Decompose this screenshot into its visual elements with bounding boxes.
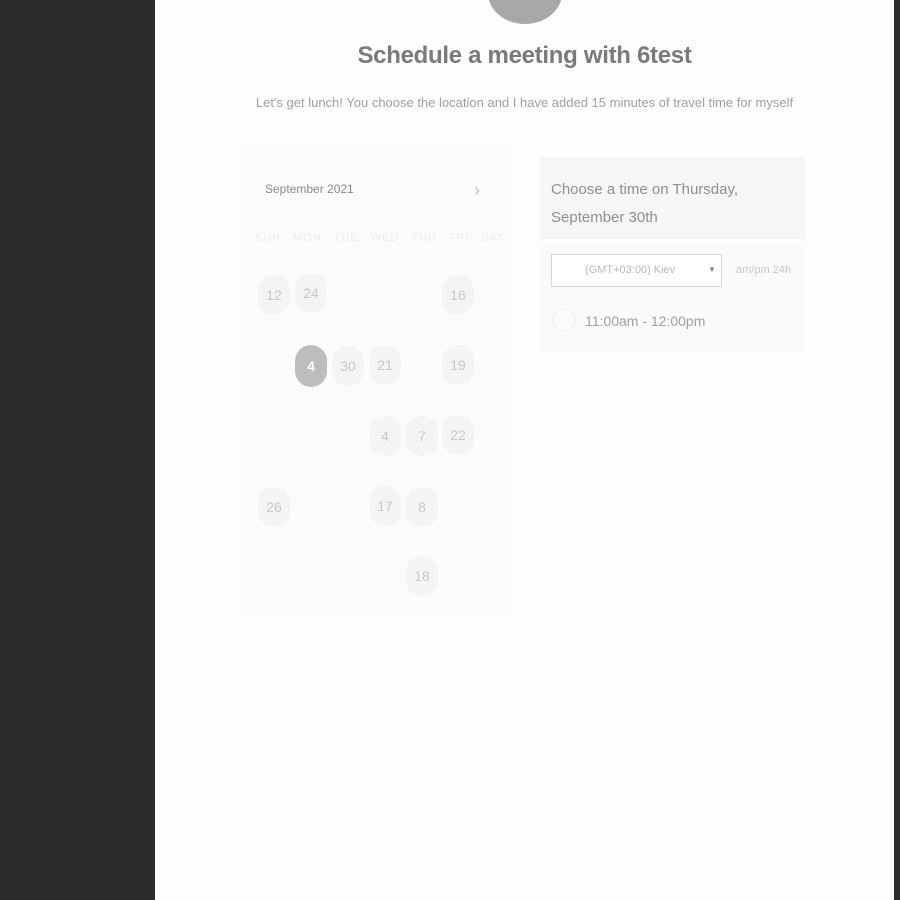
calendar-day[interactable]: 7	[406, 416, 438, 456]
weekday-label: THU	[411, 232, 437, 244]
calendar-day[interactable]: 17	[369, 486, 401, 526]
time-slot-label[interactable]: 11:00am - 12:00pm	[585, 313, 705, 329]
calendar-day[interactable]: 12	[258, 275, 290, 315]
avatar	[488, 0, 562, 24]
chevron-right-icon[interactable]: ›	[470, 180, 484, 200]
time-format-toggle[interactable]: am/pm 24h	[736, 264, 791, 276]
calendar-day[interactable]: 19	[442, 345, 474, 385]
time-panel: (GMT+03:00) Kiev ▼ am/pm 24h 11:00am - 1…	[540, 244, 805, 352]
timezone-select[interactable]: (GMT+03:00) Kiev ▼	[551, 254, 722, 287]
time-panel-heading: Choose a time on Thursday, September 30t…	[551, 181, 739, 226]
calendar-day[interactable]: 26	[258, 487, 290, 527]
calendar-day[interactable]: 30	[332, 346, 364, 386]
timezone-value: (GMT+03:00) Kiev	[585, 264, 676, 276]
meeting-description: Let's get lunch! You choose the location…	[255, 95, 794, 110]
calendar-day[interactable]: 21	[369, 345, 401, 385]
weekday-label: TUE	[333, 232, 359, 244]
calendar-day[interactable]: 8	[406, 487, 438, 527]
booking-page: Schedule a meeting with 6test Let's get …	[155, 0, 894, 900]
calendar-day[interactable]: 24	[295, 273, 327, 313]
calendar: September 2021 › SUN MON TUE WED THU FRI…	[240, 150, 512, 615]
window-edge	[894, 0, 900, 900]
weekday-label: SUN	[255, 232, 282, 244]
time-panel-header: Choose a time on Thursday, September 30t…	[540, 157, 805, 239]
month-label: September 2021	[265, 182, 354, 196]
calendar-day[interactable]: 16	[442, 275, 474, 315]
weekday-header: SUN MON TUE WED THU FRI SAT	[255, 232, 505, 244]
page-title: Schedule a meeting with 6test	[357, 42, 692, 69]
caret-down-icon: ▼	[708, 265, 716, 274]
calendar-day-selected[interactable]: 4	[295, 345, 327, 387]
time-slot-radio[interactable]	[553, 309, 575, 331]
calendar-day[interactable]: 4	[369, 416, 401, 456]
weekday-label: FRI	[448, 232, 470, 244]
calendar-day[interactable]: 18	[406, 556, 438, 596]
weekday-label: WED	[370, 232, 400, 244]
weekday-label: SAT	[481, 232, 505, 244]
calendar-day[interactable]: 22	[442, 415, 474, 455]
weekday-label: MON	[293, 232, 322, 244]
